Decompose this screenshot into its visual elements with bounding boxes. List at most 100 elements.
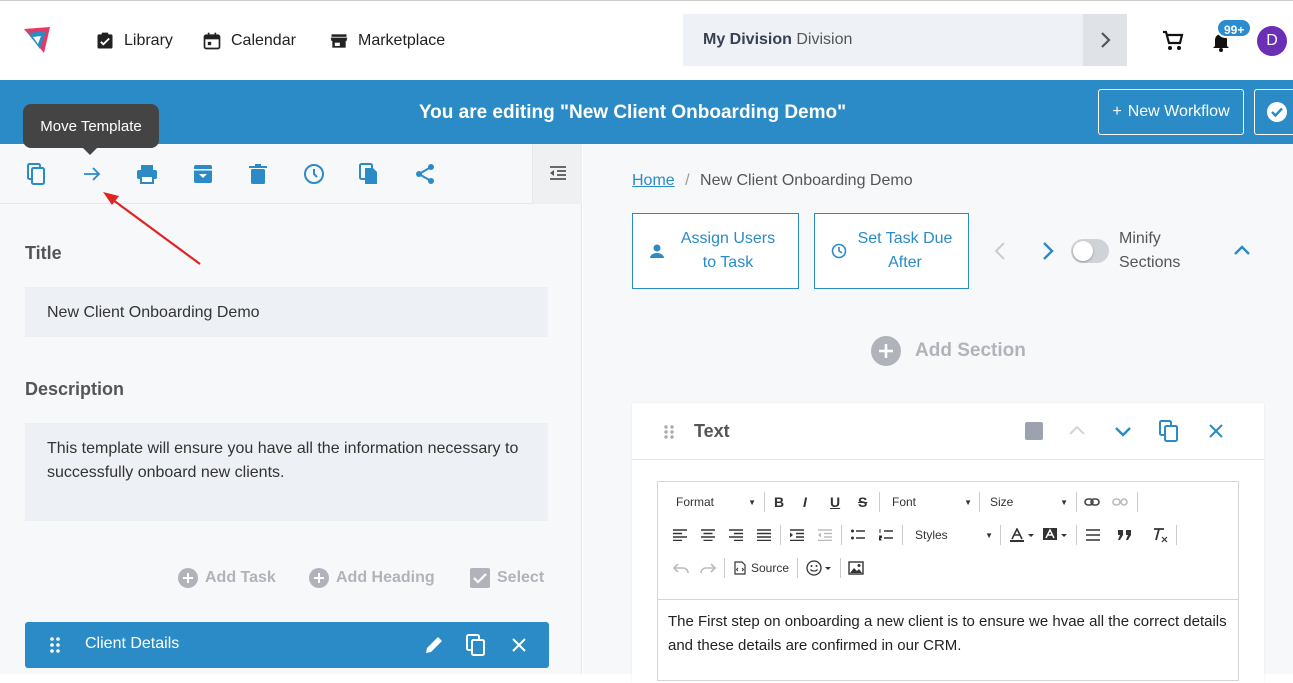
close-icon[interactable] [1205, 420, 1227, 442]
chevron-right-icon [1101, 32, 1111, 48]
link-icon[interactable] [1084, 496, 1100, 508]
description-field[interactable]: This template will ensure you have all t… [25, 423, 548, 521]
toolbar-separator [1000, 525, 1001, 545]
source-label: Source [751, 561, 790, 575]
division-name: My Division [703, 31, 792, 48]
nav-library[interactable]: Library [95, 29, 173, 53]
chevron-down-icon[interactable] [1112, 420, 1134, 442]
division-selector[interactable]: My Division Division [683, 14, 1127, 66]
source-file-icon [734, 561, 746, 575]
minify-sections-toggle[interactable] [1071, 239, 1109, 263]
editor-content[interactable]: The First step on onboarding a new clien… [668, 610, 1228, 658]
indent-collapse-icon [549, 166, 566, 180]
breadcrumb-home-link[interactable]: Home [632, 172, 675, 189]
drag-handle-icon[interactable] [663, 424, 675, 440]
breadcrumb: Home / New Client Onboarding Demo [632, 172, 913, 190]
chevron-right-icon[interactable] [1041, 241, 1055, 261]
align-justify-icon[interactable] [757, 529, 771, 541]
assign-users-button[interactable]: Assign Users to Task [632, 213, 799, 289]
text-block-title: Text [694, 421, 730, 441]
bulleted-list-icon[interactable] [851, 529, 865, 541]
square-icon[interactable] [1023, 420, 1045, 442]
remove-format-icon[interactable] [1152, 527, 1168, 543]
strikethrough-button[interactable]: S [858, 490, 867, 514]
blockquote-icon[interactable] [1117, 529, 1133, 541]
drag-handle-icon[interactable] [49, 636, 61, 654]
description-label: Description [25, 379, 125, 399]
toolbar-separator [902, 525, 903, 545]
share-icon[interactable] [413, 162, 437, 186]
chevron-up-icon[interactable] [1233, 243, 1251, 257]
division-label: My Division Division [683, 31, 1083, 49]
avatar[interactable]: D [1257, 26, 1287, 56]
copy-icon[interactable] [465, 633, 487, 657]
toolbar-separator [797, 558, 798, 578]
title-label: Title [25, 243, 62, 263]
font-label: Font [892, 495, 917, 509]
plus-icon: + [1112, 103, 1122, 120]
nav-marketplace[interactable]: Marketplace [329, 29, 445, 53]
undo-icon[interactable] [673, 562, 689, 574]
redo-icon[interactable] [700, 562, 716, 574]
horizontal-line-icon[interactable] [1086, 528, 1100, 542]
chevron-left-icon[interactable] [993, 241, 1007, 261]
history-clock-icon[interactable] [302, 162, 326, 186]
background-color-icon[interactable] [1043, 528, 1071, 542]
calendar-icon [203, 32, 221, 50]
section-name: Client Details [85, 635, 180, 652]
cart-icon[interactable] [1161, 29, 1185, 53]
close-icon[interactable] [510, 636, 528, 654]
nav-calendar[interactable]: Calendar [202, 29, 296, 53]
set-due-button[interactable]: Set Task Due After [814, 213, 969, 289]
copy-icon[interactable] [1158, 420, 1180, 442]
title-field[interactable]: New Client Onboarding Demo [25, 287, 548, 337]
text-color-icon[interactable] [1010, 528, 1038, 542]
add-section-button[interactable]: Add Section [871, 336, 1026, 366]
select-button[interactable]: Select [470, 568, 544, 588]
toolbar-separator [1076, 492, 1077, 512]
add-heading-button[interactable]: Add Heading [309, 568, 435, 588]
align-right-icon[interactable] [729, 529, 743, 541]
trash-icon[interactable] [246, 162, 270, 186]
division-next-button[interactable] [1083, 14, 1127, 66]
app-logo[interactable] [20, 23, 54, 57]
move-template-tooltip: Move Template [23, 104, 159, 155]
caret-down-icon: ▼ [748, 497, 756, 507]
bold-button[interactable]: B [774, 490, 784, 514]
underline-button[interactable]: U [830, 490, 840, 514]
size-dropdown[interactable]: Size ▼ [990, 490, 1068, 514]
nav-calendar-label: Calendar [231, 32, 296, 49]
archive-icon[interactable] [191, 162, 215, 186]
print-icon[interactable] [135, 162, 159, 186]
numbered-list-icon[interactable] [879, 529, 893, 541]
save-check-button[interactable] [1254, 89, 1293, 135]
move-arrow-icon[interactable] [80, 162, 104, 186]
toggle-knob [1073, 241, 1093, 261]
italic-button[interactable]: I [803, 490, 807, 514]
unlink-icon[interactable] [1112, 496, 1128, 508]
emoji-icon[interactable] [806, 560, 834, 576]
chevron-up-icon[interactable] [1066, 420, 1088, 442]
align-left-icon[interactable] [673, 529, 687, 541]
align-center-icon[interactable] [701, 529, 715, 541]
format-dropdown[interactable]: Format ▼ [676, 490, 756, 514]
pencil-icon[interactable] [423, 634, 445, 656]
new-workflow-button[interactable]: + New Workflow [1098, 89, 1244, 135]
section-client-details[interactable]: Client Details [25, 622, 549, 668]
minify-sections-label: Minify Sections [1119, 230, 1181, 271]
styles-dropdown[interactable]: Styles ▼ [915, 523, 993, 547]
collapse-panel-button[interactable] [532, 144, 582, 204]
add-task-button[interactable]: Add Task [178, 568, 276, 588]
timer-icon [831, 243, 847, 259]
font-dropdown[interactable]: Font ▼ [892, 490, 972, 514]
store-icon [330, 34, 348, 48]
image-icon[interactable] [848, 561, 864, 575]
text-block-card: Text Format ▼ B I U S Font ▼ Size ▼ Styl… [632, 403, 1264, 683]
library-icon [97, 32, 113, 49]
duplicate-file-icon[interactable] [357, 162, 381, 186]
source-button[interactable]: Source [734, 556, 789, 580]
indent-icon[interactable] [790, 529, 804, 541]
styles-label: Styles [915, 528, 948, 542]
copy-icon[interactable] [24, 162, 48, 186]
outdent-icon[interactable] [818, 529, 832, 541]
